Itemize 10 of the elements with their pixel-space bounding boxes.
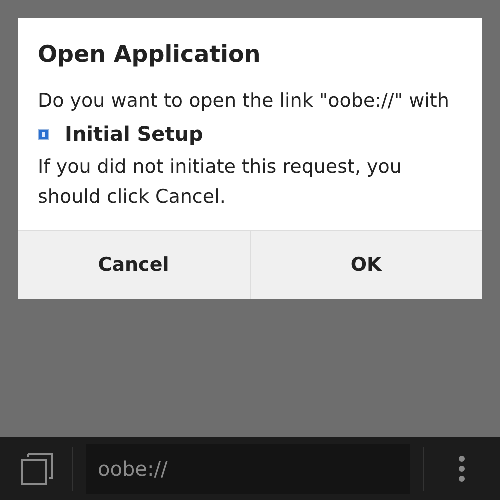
ok-button[interactable]: OK [250,231,482,299]
dialog-title: Open Application [38,42,262,68]
address-field[interactable]: oobe:// [86,444,410,494]
dialog-message: Do you want to open the link "oobe://" with [38,89,450,114]
tabs-icon[interactable] [20,452,54,486]
app-name: Initial Setup [65,122,204,146]
cancel-button[interactable]: Cancel [18,231,250,299]
dialog-warning: If you did not initiate this request, you should click Cancel. [38,155,403,210]
app-icon [38,128,49,140]
more-menu-icon[interactable] [458,456,466,482]
